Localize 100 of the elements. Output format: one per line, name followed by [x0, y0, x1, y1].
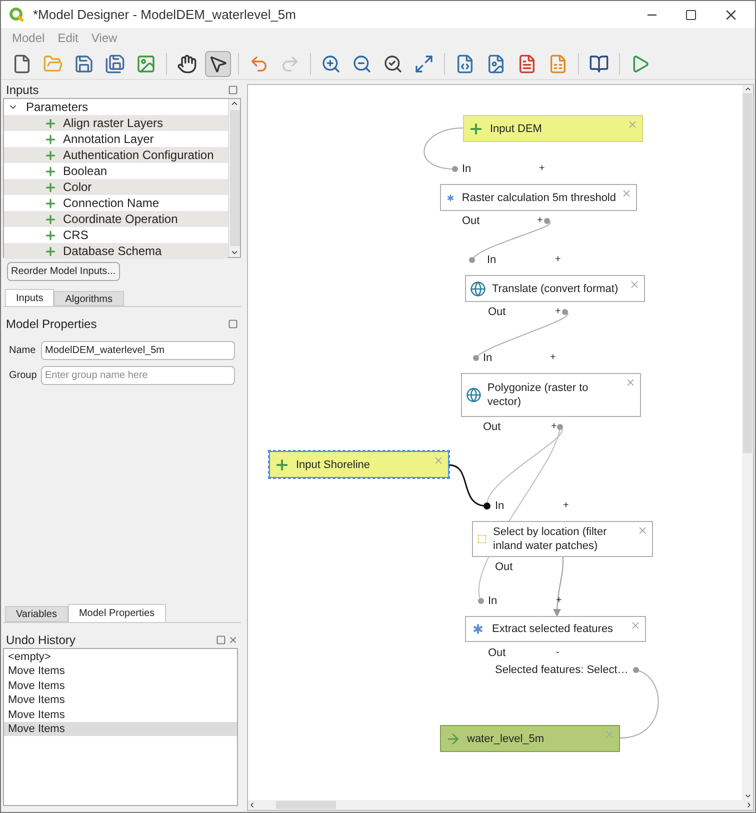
scroll-down-icon[interactable] — [744, 792, 752, 800]
help-icon — [589, 54, 609, 74]
text-field[interactable]: ModelDEM_waterlevel_5m — [41, 341, 235, 360]
diagram-node[interactable]: water_level_5m — [440, 725, 620, 752]
port-dot[interactable] — [452, 166, 458, 172]
maximize-icon[interactable] — [685, 8, 697, 20]
port-dot[interactable] — [478, 598, 484, 604]
port-label: In — [495, 499, 504, 513]
remove-icon[interactable] — [629, 279, 640, 290]
tree-item[interactable]: Parameters — [4, 99, 228, 115]
port-label: Selected features: Select… — [495, 663, 628, 677]
close-icon[interactable] — [228, 635, 238, 645]
panel-tab[interactable]: Inputs — [5, 289, 54, 306]
reorder-button[interactable]: Reorder Model Inputs... — [7, 262, 120, 281]
plus-icon — [274, 456, 290, 472]
window-title: *Model Designer - ModelDEM_waterlevel_5m — [33, 6, 296, 24]
redo-icon — [280, 54, 300, 74]
zoom-out-icon — [352, 54, 372, 74]
expand-toggle[interactable]: - — [556, 646, 560, 660]
plus-icon — [44, 212, 57, 226]
port-dot[interactable] — [484, 502, 490, 510]
hand-icon — [177, 54, 197, 74]
panel-tab[interactable]: Algorithms — [54, 291, 124, 306]
port-dot[interactable] — [469, 257, 475, 263]
tree-item[interactable]: Coordinate Operation — [4, 211, 228, 227]
expand-toggle[interactable]: + — [537, 214, 543, 228]
python-file-icon — [455, 54, 475, 74]
float-icon[interactable] — [228, 85, 238, 95]
scroll-up-icon[interactable] — [230, 99, 239, 108]
port-label: In — [488, 594, 498, 608]
expand-toggle[interactable]: + — [551, 420, 557, 434]
save-icon — [74, 54, 94, 74]
port-label: In — [483, 351, 492, 365]
svg-file-icon — [548, 54, 568, 74]
scroll-right-icon[interactable] — [745, 801, 753, 809]
remove-icon[interactable] — [621, 188, 632, 199]
expand-toggle[interactable]: + — [556, 594, 562, 608]
remove-icon[interactable] — [637, 525, 648, 536]
text-field[interactable]: Enter group name here — [41, 366, 235, 385]
panel-title: Undo History — [6, 632, 76, 649]
plus-icon — [44, 244, 57, 258]
expand-toggle[interactable]: + — [539, 162, 545, 176]
panel-tab[interactable]: Variables — [5, 606, 68, 622]
diagram-node[interactable]: Translate (convert format) — [465, 275, 645, 302]
plus-icon — [44, 116, 57, 130]
scroll-down-icon[interactable] — [230, 248, 239, 257]
undo-item[interactable]: Move Items — [4, 722, 237, 736]
connector-line — [424, 128, 464, 170]
folder-icon — [43, 54, 63, 74]
tree-item[interactable]: Align raster Layers — [4, 115, 228, 131]
pdf-file-icon — [517, 54, 537, 74]
remove-icon[interactable] — [630, 620, 641, 631]
port-dot[interactable] — [633, 667, 639, 673]
panel-title: Model Properties — [6, 316, 97, 333]
save-as-icon — [105, 54, 125, 74]
diagram-node[interactable]: Polygonize (raster to vector) — [461, 373, 641, 417]
float-icon[interactable] — [216, 635, 226, 645]
plus-icon — [44, 148, 57, 162]
plus-icon — [44, 180, 57, 194]
scrollbar[interactable] — [228, 99, 240, 257]
port-label: Out — [488, 646, 506, 660]
diagram-node[interactable]: Input Shoreline — [269, 451, 449, 478]
plus-icon — [44, 132, 57, 146]
tree-item[interactable]: Database Schema — [4, 243, 228, 259]
expand-toggle[interactable]: + — [555, 253, 561, 267]
plus-icon — [44, 164, 57, 178]
diagram-node[interactable]: Input DEM — [463, 115, 643, 142]
globe-icon — [470, 280, 486, 296]
port-label: In — [462, 162, 472, 176]
panel-tab[interactable]: Model Properties — [68, 604, 166, 622]
port-label: Out — [488, 305, 506, 319]
magnifier-icon — [383, 54, 403, 74]
port-dot[interactable] — [544, 218, 550, 224]
remove-icon[interactable] — [625, 377, 636, 388]
toolbar-button[interactable] — [205, 50, 231, 76]
zoom-in-icon — [321, 54, 341, 74]
port-label: Out — [495, 560, 513, 574]
image-icon — [136, 54, 156, 74]
port-label: Out — [462, 214, 480, 228]
tree-item[interactable]: Color — [4, 179, 228, 195]
tree-item[interactable]: Authentication Configuration — [4, 147, 228, 163]
pointer-icon — [208, 54, 228, 74]
port-dot[interactable] — [473, 355, 479, 361]
horizontal-scrollbar[interactable] — [248, 800, 753, 810]
vertical-scrollbar[interactable] — [742, 85, 753, 800]
expand-toggle[interactable]: + — [563, 499, 569, 513]
diagram-node[interactable]: Select by location (filter inland water patches) — [472, 521, 653, 557]
port-dot[interactable] — [557, 424, 563, 430]
port-label: Out — [483, 420, 501, 434]
diagram-node[interactable]: Raster calculation 5m threshold — [440, 184, 637, 211]
scroll-up-icon[interactable] — [744, 85, 752, 93]
scroll-left-icon[interactable] — [248, 801, 256, 809]
expand-toggle[interactable]: + — [555, 305, 561, 319]
diagram-node[interactable]: Extract selected features — [465, 616, 646, 642]
globe-icon — [466, 387, 482, 403]
port-dot[interactable] — [562, 309, 568, 315]
expand-toggle[interactable]: + — [550, 351, 556, 365]
plus-icon — [44, 228, 57, 242]
plus-icon — [44, 196, 57, 210]
float-icon[interactable] — [228, 319, 238, 329]
